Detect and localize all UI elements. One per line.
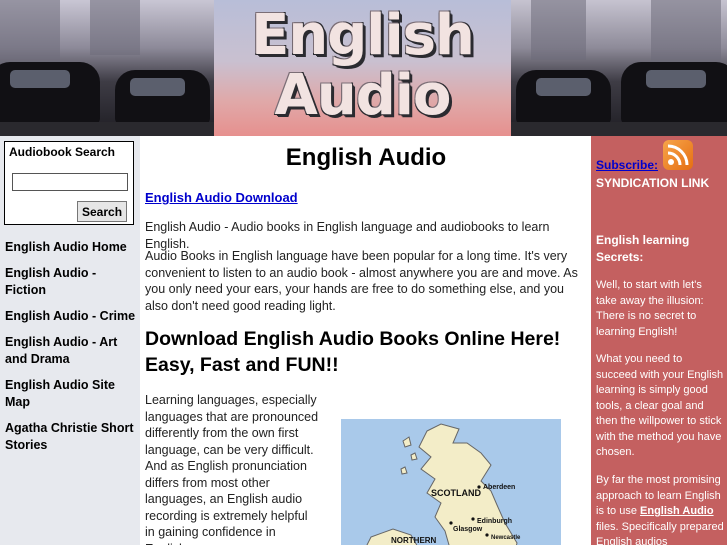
- map-label-scotland: SCOTLAND: [431, 488, 481, 498]
- secrets-paragraph-1: Well, to start with let's take away the …: [596, 279, 704, 338]
- london-street-photo-right: [511, 0, 727, 136]
- map-label-glasgow: Glasgow: [453, 526, 483, 533]
- right-sidebar: Subscribe: SYNDICATION LINK English lear…: [591, 136, 727, 545]
- syndication-link-label: SYNDICATION LINK: [596, 176, 710, 190]
- site-logo: English Audio: [214, 0, 511, 136]
- subscribe-link[interactable]: Subscribe:: [596, 158, 658, 172]
- sidebar-nav: English Audio Home English Audio - Ficti…: [5, 239, 138, 463]
- logo-text-audio: Audio: [274, 63, 452, 128]
- london-street-photo-left: [0, 0, 214, 136]
- nav-link-site-map[interactable]: English Audio Site Map: [5, 377, 138, 411]
- left-sidebar: Audiobook Search Search English Audio Ho…: [0, 136, 140, 545]
- english-audio-inline-link[interactable]: English Audio: [640, 505, 714, 517]
- main-content: English Audio English Audio Download Eng…: [145, 136, 587, 545]
- nav-link-art-and-drama[interactable]: English Audio - Art and Drama: [5, 334, 138, 368]
- uk-map-image: SCOTLAND Aberdeen Glasgow Edinburgh Newc…: [341, 419, 561, 545]
- nav-link-crime[interactable]: English Audio - Crime: [5, 308, 138, 325]
- rss-icon[interactable]: [663, 140, 693, 170]
- map-label-newcastle: Newcastle: [491, 535, 521, 541]
- audio-books-paragraph: Audio Books in English language have bee…: [145, 249, 578, 313]
- map-label-aberdeen: Aberdeen: [483, 484, 515, 491]
- search-button[interactable]: Search: [77, 201, 128, 222]
- map-label-edinburgh: Edinburgh: [477, 518, 512, 525]
- secrets-paragraph-2: What you need to succeed with your Engli…: [596, 353, 724, 458]
- learning-paragraph: Learning languages, especially languages…: [145, 393, 319, 545]
- header-banner: English Audio: [0, 0, 727, 136]
- map-label-northern: NORTHERN: [391, 536, 437, 545]
- nav-link-home[interactable]: English Audio Home: [5, 239, 138, 256]
- page-title: English Audio: [285, 144, 447, 171]
- download-headline: Download English Audio Books Online Here…: [145, 328, 561, 376]
- download-link[interactable]: English Audio Download: [145, 190, 298, 205]
- secrets-paragraph-3-after: files. Specifically prepared English aud…: [596, 520, 724, 545]
- secrets-paragraph-3: By far the most promising approach to le…: [596, 473, 724, 545]
- nav-link-agatha-christie[interactable]: Agatha Christie Short Stories: [5, 420, 138, 454]
- secrets-heading: English learning Secrets:: [596, 233, 690, 264]
- search-input[interactable]: [12, 173, 128, 191]
- map-islands: [400, 436, 418, 475]
- nav-link-fiction[interactable]: English Audio - Fiction: [5, 265, 138, 299]
- audiobook-search-box: Audiobook Search Search: [4, 141, 134, 225]
- logo-text-english: English: [251, 3, 475, 68]
- search-box-title: Audiobook Search: [9, 145, 116, 159]
